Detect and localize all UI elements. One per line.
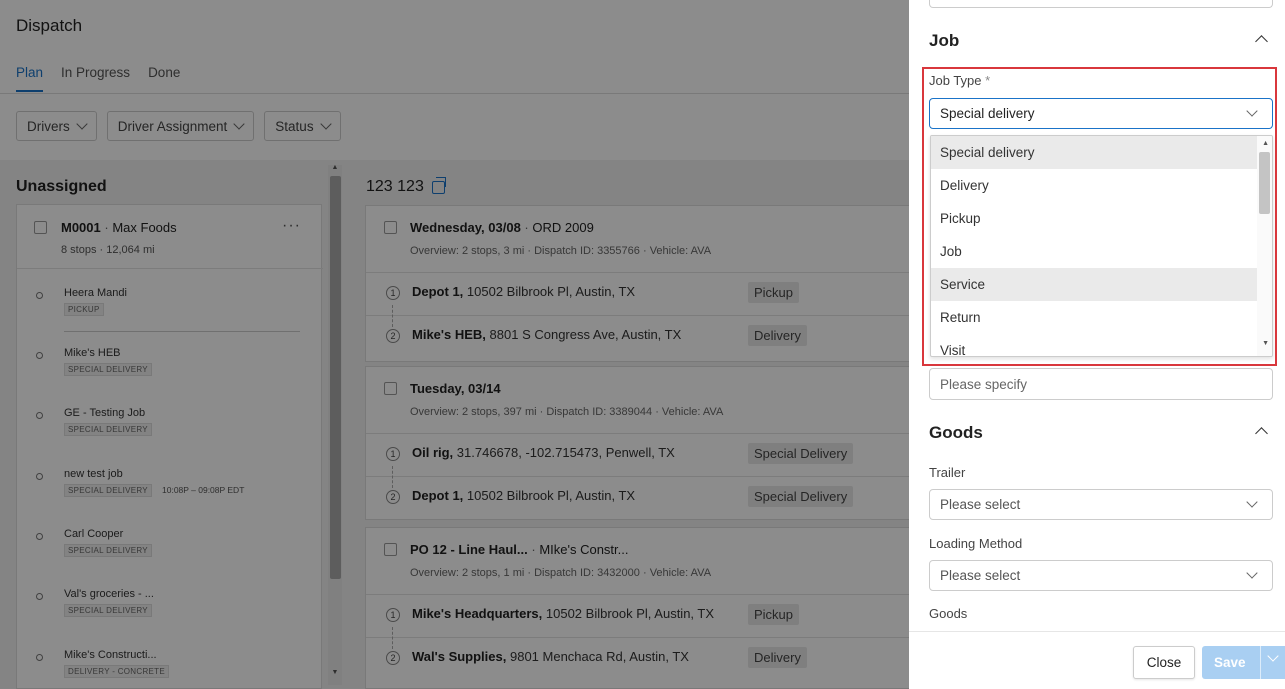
save-split-divider xyxy=(1260,646,1261,679)
chevron-down-icon xyxy=(1246,496,1258,508)
job-type-option[interactable]: Visit xyxy=(931,334,1257,356)
job-type-option[interactable]: Special delivery xyxy=(931,136,1257,169)
specify-placeholder: Please specify xyxy=(940,376,1028,392)
chevron-up-icon[interactable] xyxy=(1255,35,1268,48)
job-section-title: Job xyxy=(929,31,960,50)
required-mark: * xyxy=(985,73,991,88)
goods-section-title: Goods xyxy=(929,423,983,442)
job-type-option[interactable]: Job xyxy=(931,235,1257,268)
trailer-label: Trailer xyxy=(929,465,966,480)
job-type-specify-input[interactable]: Please specify xyxy=(929,368,1273,400)
job-type-option[interactable]: Return xyxy=(931,301,1257,334)
loading-method-value: Please select xyxy=(940,568,1021,583)
save-button-label: Save xyxy=(1214,655,1246,670)
previous-field[interactable] xyxy=(929,0,1273,8)
loading-method-select[interactable]: Please select xyxy=(929,560,1273,591)
trailer-value: Please select xyxy=(940,497,1021,512)
scroll-up-icon[interactable]: ▲ xyxy=(1262,140,1269,147)
job-type-label: Job Type * xyxy=(929,73,990,88)
trailer-select[interactable]: Please select xyxy=(929,489,1273,520)
job-type-option[interactable]: Delivery xyxy=(931,169,1257,202)
chevron-down-icon[interactable] xyxy=(1267,650,1279,662)
job-type-value: Special delivery xyxy=(940,106,1035,121)
job-type-select[interactable]: Special delivery xyxy=(929,98,1273,129)
job-type-label-text: Job Type xyxy=(929,73,982,88)
goods-label: Goods xyxy=(929,606,968,621)
dropdown-scrollbar-thumb[interactable] xyxy=(1259,152,1270,214)
chevron-up-icon[interactable] xyxy=(1255,427,1268,440)
loading-method-label: Loading Method xyxy=(929,536,1023,551)
chevron-down-icon xyxy=(1246,567,1258,579)
job-type-option[interactable]: Pickup xyxy=(931,202,1257,235)
chevron-down-icon xyxy=(1246,105,1258,117)
job-type-dropdown: Special delivery Delivery Pickup Job Service… xyxy=(930,135,1273,357)
job-type-option[interactable]: Service xyxy=(931,268,1257,301)
scroll-down-icon[interactable]: ▼ xyxy=(1262,340,1269,347)
close-button[interactable]: Close xyxy=(1133,646,1195,679)
modal-overlay[interactable] xyxy=(0,0,909,689)
job-type-option-list: Special delivery Delivery Pickup Job Service… xyxy=(931,136,1272,356)
job-edit-panel: Job Job Type * Special delivery Special … xyxy=(909,0,1285,689)
save-button[interactable]: Save xyxy=(1202,646,1285,679)
